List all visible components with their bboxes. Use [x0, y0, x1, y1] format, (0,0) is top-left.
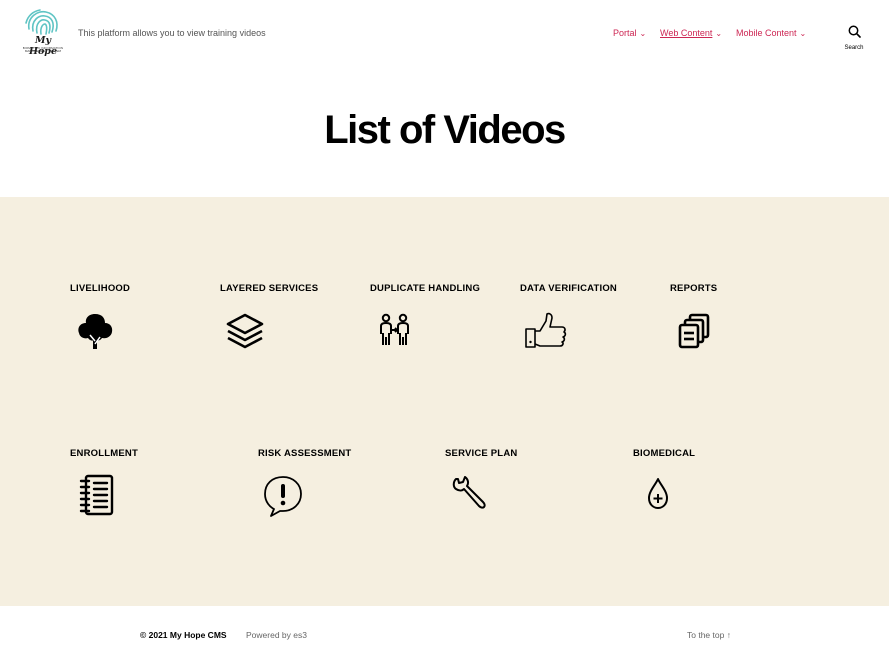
category-label: ENROLLMENT — [70, 448, 138, 459]
logo-subtitle: BIOMETRIC INFORMATION MANAGEMENT SYSTEM — [20, 46, 66, 54]
search-label: Search — [844, 45, 864, 51]
documents-icon — [678, 313, 710, 349]
search-icon — [848, 25, 861, 38]
category-enrollment[interactable]: ENROLLMENT — [70, 448, 230, 528]
category-livelihood[interactable]: LIVELIHOOD — [70, 283, 210, 363]
category-label: RISK ASSESSMENT — [258, 448, 352, 459]
chevron-down-icon: ⌄ — [799, 29, 807, 38]
thumbs-up-icon — [525, 312, 567, 348]
to-the-top-link[interactable]: To the top ↑ — [687, 630, 731, 640]
nav-mobile-content-label: Mobile Content — [736, 28, 797, 38]
category-duplicate-handling[interactable]: DUPLICATE HANDLING — [370, 283, 510, 363]
category-label: BIOMEDICAL — [633, 448, 696, 459]
category-label: LIVELIHOOD — [70, 283, 131, 294]
site-logo[interactable]: My Hope BIOMETRIC INFORMATION MANAGEMENT… — [20, 9, 66, 57]
category-label: SERVICE PLAN — [445, 448, 518, 459]
fingerprint-icon — [25, 9, 58, 35]
category-service-plan[interactable]: SERVICE PLAN — [445, 448, 605, 528]
site-footer: © 2021 My Hope CMS Powered by es3 To the… — [0, 606, 889, 660]
video-categories: LIVELIHOOD LAYERED SERVICES DUPLICATE HA… — [0, 197, 889, 606]
category-data-verification[interactable]: DATA VERIFICATION — [520, 283, 660, 363]
category-layered-services[interactable]: LAYERED SERVICES — [220, 283, 360, 363]
category-risk-assessment[interactable]: RISK ASSESSMENT — [258, 448, 418, 528]
layers-icon — [226, 313, 264, 349]
nav-web-content-label: Web Content — [660, 28, 713, 38]
category-label: LAYERED SERVICES — [220, 283, 319, 294]
nav-portal[interactable]: Portal ⌄ — [613, 28, 646, 38]
site-tagline: This platform allows you to view trainin… — [78, 28, 266, 38]
chevron-down-icon: ⌄ — [639, 29, 647, 38]
blood-drop-icon — [648, 478, 668, 509]
category-label: DATA VERIFICATION — [520, 283, 617, 294]
alert-speech-icon — [264, 476, 302, 517]
tree-icon — [78, 314, 113, 349]
notebook-icon — [79, 474, 114, 516]
site-header: My Hope BIOMETRIC INFORMATION MANAGEMENT… — [0, 0, 889, 70]
wrench-icon — [452, 476, 486, 509]
nav-web-content[interactable]: Web Content ⌄ — [660, 28, 722, 38]
nav-portal-label: Portal — [613, 28, 637, 38]
category-biomedical[interactable]: BIOMEDICAL — [633, 448, 773, 528]
chevron-down-icon: ⌄ — [715, 29, 723, 38]
category-label: DUPLICATE HANDLING — [370, 283, 481, 294]
nav-mobile-content[interactable]: Mobile Content ⌄ — [736, 28, 806, 38]
page-title: List of Videos — [324, 108, 566, 152]
category-reports[interactable]: REPORTS — [670, 283, 780, 363]
category-label: REPORTS — [670, 283, 718, 294]
logo-subtitle-line2: MANAGEMENT SYSTEM — [24, 49, 62, 54]
footer-copyright[interactable]: © 2021 My Hope CMS — [140, 630, 227, 640]
footer-powered-by[interactable]: Powered by es3 — [246, 630, 307, 640]
search-button[interactable]: Search — [840, 25, 868, 51]
people-transfer-icon — [380, 313, 409, 345]
